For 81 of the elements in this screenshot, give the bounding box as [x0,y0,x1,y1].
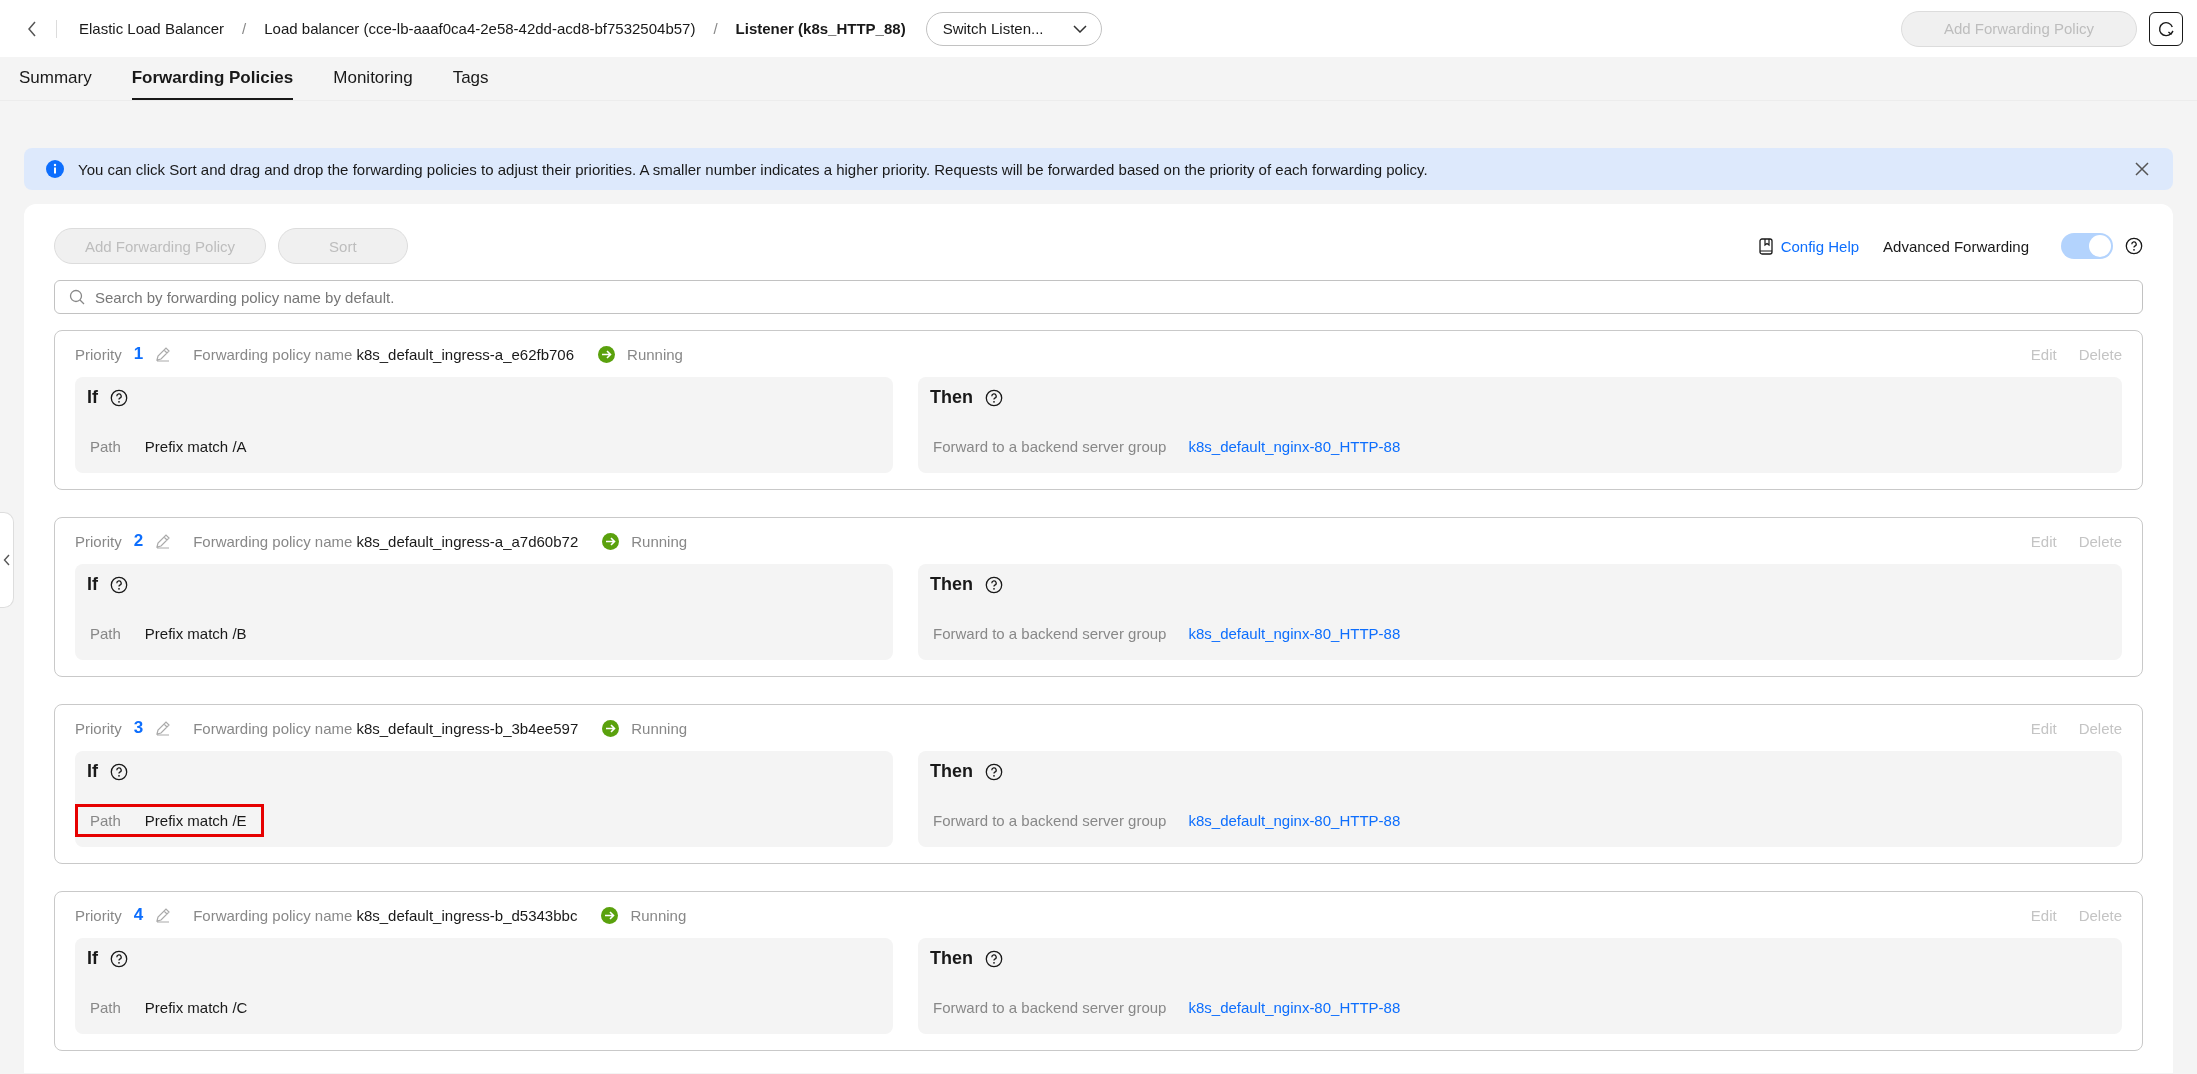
policy-name-label: Forwarding policy name [193,719,353,737]
chevron-down-icon [1072,24,1087,33]
policy-name: k8s_default_ingress-b_3b4ee597 [356,719,579,737]
breadcrumb-separator: / [242,20,247,37]
policy-name-label: Forwarding policy name [193,906,353,924]
condition-value: Prefix match /C [144,999,248,1016]
advanced-forwarding-switch[interactable] [2061,233,2113,259]
condition-title: If [87,574,98,595]
search-icon [69,289,85,305]
help-icon[interactable] [110,575,128,594]
arrow-circle-icon [602,719,620,737]
status-text: Running [630,906,687,924]
status-text: Running [631,532,688,550]
policy-name: k8s_default_ingress-a_e62fb706 [356,345,575,363]
help-icon[interactable] [985,388,1003,407]
refresh-button[interactable] [2149,11,2183,46]
help-icon[interactable] [2125,237,2143,255]
policy-name-label: Forwarding policy name [193,532,353,550]
chevron-left-icon [26,20,38,37]
breadcrumb-link[interactable]: Elastic Load Balancer [79,20,225,37]
policy-name: k8s_default_ingress-a_a7d60b72 [356,532,579,550]
server-group-link[interactable]: k8s_default_nginx-80_HTTP-88 [1188,625,1401,642]
breadcrumb-current: Listener (k8s_HTTP_88) [735,20,906,37]
priority-label: Priority [75,532,122,550]
action-title: Then [930,574,973,595]
notice-text: You can click Sort and drag and drop the forwarding policies to adjust their priorities. A smaller number indicates a higher priority. Requests will be forwarded based on the priority of each forwarding policy. [78,160,1429,178]
book-icon [1758,237,1773,255]
search-box[interactable]: Search by forwarding policy name by default. [54,280,2143,314]
listener-select[interactable]: Switch Listen... [925,11,1102,46]
condition-label: Path [90,999,121,1016]
status-text: Running [627,345,683,363]
action-label: Forward to a backend server group [933,438,1167,455]
condition-value: Prefix match /E [144,812,247,829]
tab[interactable]: Tags [452,57,489,100]
breadcrumb-separator: / [713,20,718,37]
action-title: Then [930,948,973,969]
action-label: Forward to a backend server group [933,999,1167,1016]
status-text: Running [631,719,688,737]
priority-label: Priority [75,719,122,737]
help-icon[interactable] [110,949,128,968]
search-field[interactable]: Search by forwarding policy name by default. [93,287,2128,307]
condition-value: Prefix match /A [144,438,247,455]
help-icon[interactable] [985,762,1003,781]
help-icon[interactable] [985,575,1003,594]
server-group-link[interactable]: k8s_default_nginx-80_HTTP-88 [1188,438,1401,455]
help-icon[interactable] [110,762,128,781]
condition-label: Path [90,438,121,455]
condition-label: Path [90,625,121,642]
condition-title: If [87,761,98,782]
sidebar-toggle[interactable] [0,512,14,608]
info-icon [46,160,64,178]
condition-value: Prefix match /B [144,625,247,642]
config-help-link[interactable]: Config Help [1780,237,1860,255]
arrow-circle-icon [602,532,620,550]
action-title: Then [930,387,973,408]
chevron-left-icon [2,554,11,566]
priority-number: 4 [133,905,144,925]
tab[interactable]: Summary [19,57,92,100]
help-icon[interactable] [985,949,1003,968]
policy-name-label: Forwarding policy name [193,345,353,363]
action-label: Forward to a backend server group [933,625,1167,642]
server-group-link[interactable]: k8s_default_nginx-80_HTTP-88 [1188,999,1401,1016]
priority-number: 1 [133,344,144,364]
condition-label: Path [90,812,121,829]
policy-name: k8s_default_ingress-b_d5343bbc [356,906,578,924]
breadcrumb-link[interactable]: Load balancer (cce-lb-aaaf0ca4-2e58-42dd-acd8-bf7532504b57) [264,20,696,37]
priority-label: Priority [75,345,122,363]
condition-title: If [87,948,98,969]
tab[interactable]: Forwarding Policies [131,57,294,100]
priority-label: Priority [75,906,122,924]
advanced-forwarding-label: Advanced Forwarding [1883,237,2029,255]
arrow-circle-icon [598,345,616,363]
action-label: Forward to a backend server group [933,812,1167,829]
condition-title: If [87,387,98,408]
action-title: Then [930,761,973,782]
priority-number: 2 [133,531,144,551]
arrow-circle-icon [601,906,619,924]
help-icon[interactable] [110,388,128,407]
priority-number: 3 [133,718,144,738]
server-group-link[interactable]: k8s_default_nginx-80_HTTP-88 [1188,812,1401,829]
tab[interactable]: Monitoring [333,57,413,100]
